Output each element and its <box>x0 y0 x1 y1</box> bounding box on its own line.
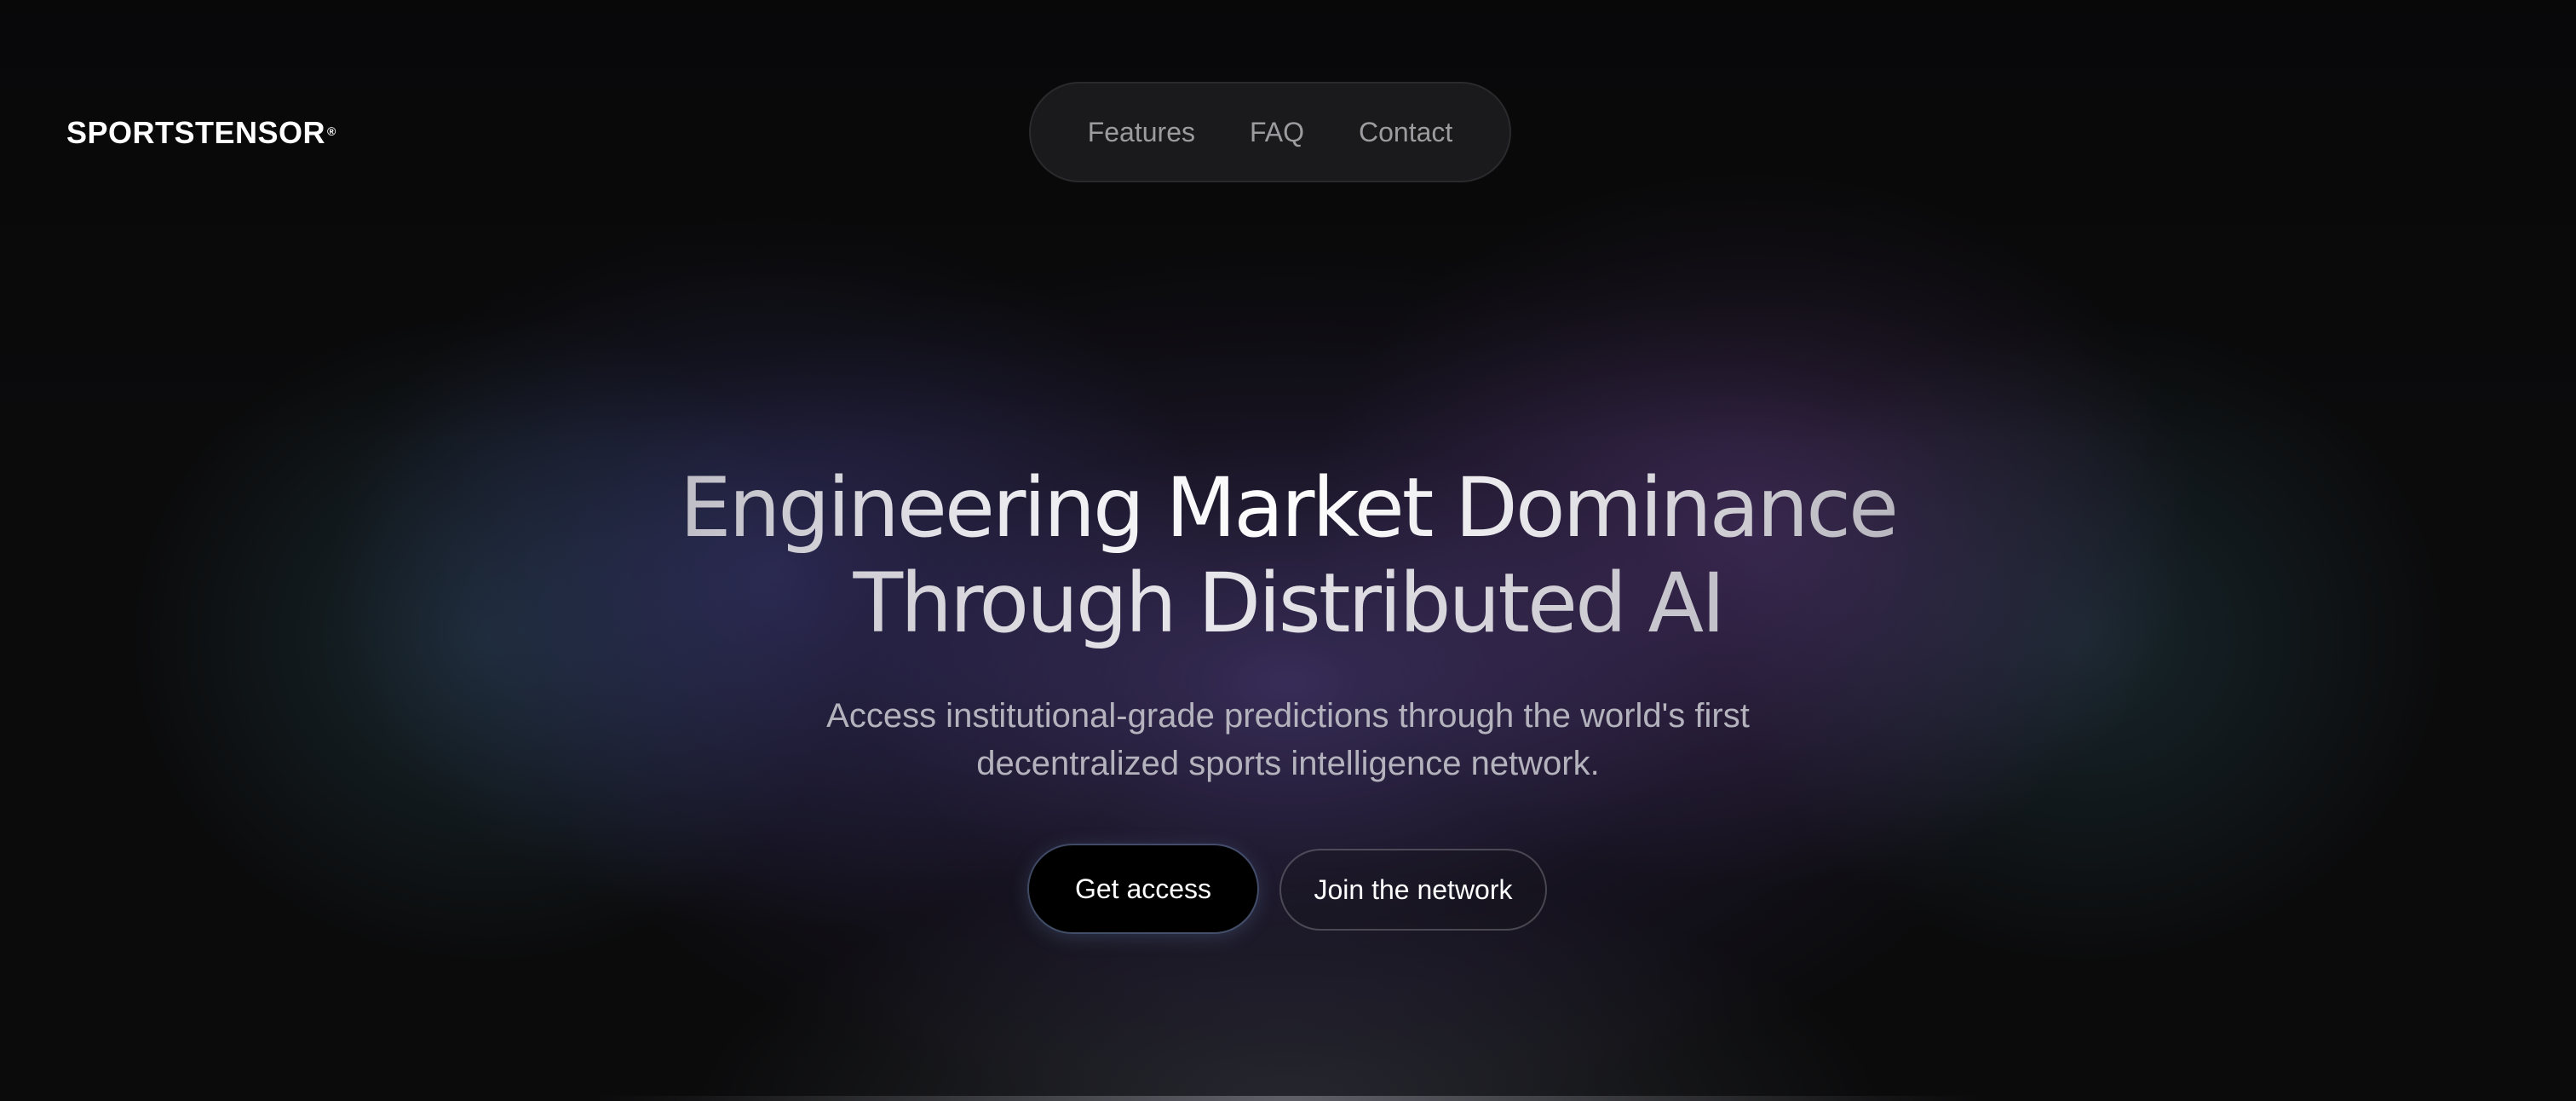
brand-logo[interactable]: SPORTSTENSOR ® <box>66 116 336 150</box>
brand-name: SPORTSTENSOR <box>66 115 326 150</box>
join-network-button[interactable]: Join the network <box>1279 849 1547 931</box>
nav-item-features[interactable]: Features <box>1088 117 1195 148</box>
nav-item-faq[interactable]: FAQ <box>1250 117 1304 148</box>
nav-item-contact[interactable]: Contact <box>1359 117 1452 148</box>
top-navigation: Features FAQ Contact <box>1029 82 1511 182</box>
hero-subtitle: Access institutional-grade predictions t… <box>692 692 1884 787</box>
hero-subtitle-line-2: decentralized sports intelligence networ… <box>976 745 1600 782</box>
landing-page: SPORTSTENSOR ® Features FAQ Contact Engin… <box>0 0 2576 1101</box>
registered-mark: ® <box>327 124 336 138</box>
get-access-button[interactable]: Get access <box>1029 845 1257 932</box>
hero-title-line-1: Engineering Market Dominance <box>521 460 2055 556</box>
hero-title: Engineering Market Dominance Through Dis… <box>521 460 2055 651</box>
bottom-highlight <box>596 1096 1980 1101</box>
hero-subtitle-line-1: Access institutional-grade predictions t… <box>826 697 1750 735</box>
hero-title-line-2: Through Distributed AI <box>521 556 2055 651</box>
